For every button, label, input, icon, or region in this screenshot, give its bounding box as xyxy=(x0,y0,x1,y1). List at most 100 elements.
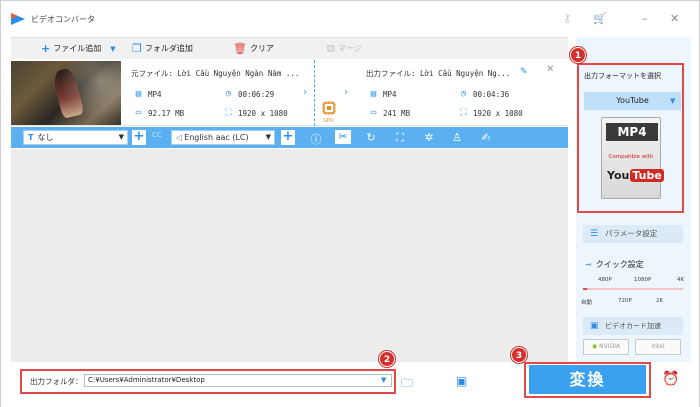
tick-1080p: 1080P xyxy=(634,277,652,283)
add-subtitle-button[interactable]: + xyxy=(132,130,146,145)
chevron-down-icon[interactable]: ▼ xyxy=(381,376,386,384)
chevron-down-icon: ▼ xyxy=(118,133,124,141)
chip-icon: ▣ xyxy=(590,321,599,331)
merge-icon: ⧉ xyxy=(327,41,335,55)
watermark-stamp-icon[interactable]: ♙ xyxy=(449,131,465,144)
dst-size: ▭ 241 MB xyxy=(368,108,410,118)
add-folder-label: フォルダ追加 xyxy=(144,44,193,53)
app-logo-icon xyxy=(11,13,25,25)
output-folder-field[interactable]: C:¥Users¥Administrator¥Desktop xyxy=(84,374,392,387)
chevron-down-icon[interactable]: ▼ xyxy=(670,97,675,105)
step-badge-3: 3 xyxy=(511,347,527,363)
clear-button[interactable]: 🗑 クリア xyxy=(233,43,274,54)
intel-label: Intel xyxy=(651,343,665,350)
clock-icon: ◷ xyxy=(225,89,232,99)
src-format: ▤ MP4 xyxy=(133,89,162,99)
format-select[interactable]: YouTube xyxy=(584,92,681,110)
add-folder-button[interactable]: ❐ フォルダ追加 xyxy=(132,43,193,54)
gpu-label: GPU xyxy=(323,118,334,124)
convert-button[interactable]: 変換 xyxy=(529,365,646,394)
file-list-area[interactable] xyxy=(11,149,568,362)
info-icon[interactable]: ⓘ xyxy=(308,131,324,147)
parameter-settings-button[interactable]: ☰ パラメータ設定 xyxy=(583,225,683,243)
folder-plus-icon: ❐ xyxy=(132,41,142,55)
gpu-chip-icon xyxy=(322,101,336,115)
rotate-icon[interactable]: ↻ xyxy=(363,131,379,144)
close-icon[interactable]: ✕ xyxy=(546,64,554,75)
resolution-icon: ⛶ xyxy=(460,108,467,118)
cart-icon[interactable]: 🛒 xyxy=(593,12,607,25)
step-badge-1: 1 xyxy=(570,47,586,63)
cc-icon[interactable]: CC xyxy=(152,131,162,139)
tick-auto: 自動 xyxy=(581,300,593,306)
arrow-right-icon: › xyxy=(344,85,349,98)
parameter-settings-label: パラメータ設定 xyxy=(605,229,658,238)
alarm-clock-icon[interactable]: ⏰ xyxy=(662,371,679,387)
app-window: ビデオコンバータ ⚷ 🛒 – ✕ + ファイル追加 ▼ ❐ フォルダ追加 🗑 ク… xyxy=(0,0,700,407)
plus-icon: + xyxy=(41,41,51,55)
clear-label: クリア xyxy=(249,44,274,53)
pencil-icon[interactable]: ✎ xyxy=(520,67,528,77)
crop-icon[interactable]: ⛶ xyxy=(392,131,408,145)
file-icon: ▭ xyxy=(135,108,142,118)
main-toolbar: + ファイル追加 ▼ ❐ フォルダ追加 🗑 クリア ⧉ マージ xyxy=(11,37,568,59)
dst-resolution: ⛶ 1920 x 1080 xyxy=(458,108,522,118)
format-preview-card[interactable]: MP4 Compatible with You Tube xyxy=(601,117,664,199)
dst-format-value: MP4 xyxy=(383,89,397,99)
edit-bar: T なし ▼ + CC ◁ English aac (LC) ▼ + ⓘ ✂ ↻… xyxy=(11,127,568,148)
add-audio-button[interactable]: + xyxy=(281,130,295,145)
step-badge-2: 2 xyxy=(379,351,395,367)
subtitle-value: なし xyxy=(37,133,54,142)
tick-720p: 720P xyxy=(618,298,632,304)
clock-icon: ◷ xyxy=(460,89,467,99)
dst-duration-value: 00:04:36 xyxy=(473,89,510,99)
subtitle-select[interactable]: T なし ▼ xyxy=(23,130,128,145)
add-file-button[interactable]: + ファイル追加 ▼ xyxy=(41,43,116,54)
merge-button[interactable]: ⧉ マージ xyxy=(327,43,362,54)
trash-icon: 🗑 xyxy=(233,41,247,55)
dst-duration: ◷ 00:04:36 xyxy=(458,89,509,99)
audio-track-select[interactable]: ◁ English aac (LC) ▼ xyxy=(171,130,275,145)
output-file-name: 出力ファイル: Lời Cầu Nguyện Ng... xyxy=(366,69,511,78)
tick-2k: 2K xyxy=(656,298,664,304)
quality-slider-fill[interactable] xyxy=(583,288,587,290)
youtube-logo-tube: Tube xyxy=(630,169,664,182)
gpu-acceleration-label: ▣ ビデオカード加速 xyxy=(583,317,683,335)
tick-4k: 4K xyxy=(677,277,685,283)
nvidia-toggle[interactable]: ◉ NVIDIA xyxy=(583,339,629,355)
chevron-down-icon[interactable]: ▼ xyxy=(110,45,115,53)
sliders-icon: ☰ xyxy=(590,229,599,239)
add-file-label: ファイル追加 xyxy=(53,44,102,53)
output-folder-label: 出力フォルダ： xyxy=(30,377,83,386)
quick-settings-label: ⊸ クイック設定 xyxy=(585,259,644,270)
audio-track-value: English aac (LC) xyxy=(184,133,249,142)
youtube-logo: You Tube xyxy=(607,169,664,187)
src-resolution-value: 1920 x 1080 xyxy=(238,108,288,118)
merge-label: マージ xyxy=(337,44,362,53)
chevron-down-icon: ▼ xyxy=(265,133,271,141)
file-row[interactable]: 元ファイル: Lời Cầu Nguyện Ngàn Năm ... ▤ MP4 … xyxy=(11,60,568,126)
edit-subtitle-icon[interactable]: ✍ xyxy=(478,131,494,144)
tick-480p: 480P xyxy=(598,277,612,283)
effects-wand-icon[interactable]: ✲ xyxy=(421,131,437,144)
card-compat-text: Compatible with xyxy=(608,154,654,160)
title-bar: ビデオコンバータ ⚷ 🛒 – ✕ xyxy=(1,1,699,35)
intel-toggle[interactable]: Intel xyxy=(635,339,681,355)
minimize-icon[interactable]: – xyxy=(642,12,648,25)
video-thumbnail[interactable] xyxy=(11,61,121,125)
open-folder-icon[interactable]: 🗀 xyxy=(401,374,413,395)
quality-slider[interactable] xyxy=(583,288,683,290)
src-duration: ◷ 00:06:29 xyxy=(223,89,274,99)
speaker-icon: ◁ xyxy=(176,133,183,142)
key-icon[interactable]: ⚷ xyxy=(563,12,571,25)
dst-size-value: 241 MB xyxy=(383,108,411,118)
gpu-acceleration-text: ビデオカード加速 xyxy=(605,322,661,330)
src-format-value: MP4 xyxy=(148,89,162,99)
film-icon: ▤ xyxy=(370,89,377,99)
file-icon: ▭ xyxy=(370,108,377,118)
film-icon: ▤ xyxy=(135,89,142,99)
output-folder-open-icon[interactable]: ▣ xyxy=(456,374,467,388)
close-window-icon[interactable]: ✕ xyxy=(670,12,679,25)
quick-settings-text: クイック設定 xyxy=(595,260,644,269)
scissors-icon[interactable]: ✂ xyxy=(335,130,351,144)
